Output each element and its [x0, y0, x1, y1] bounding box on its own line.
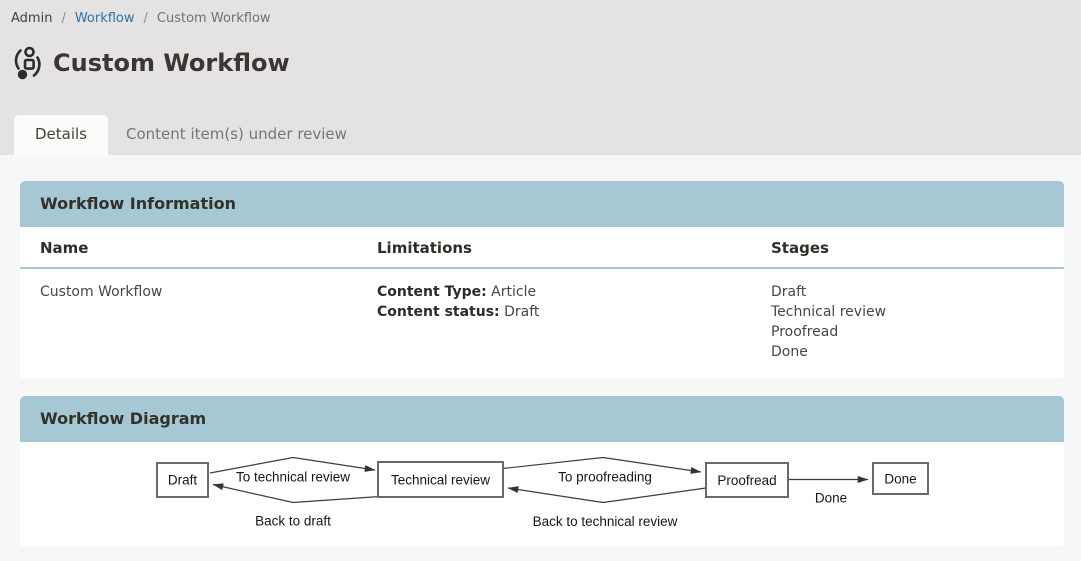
title-row: Custom Workflow	[10, 46, 1081, 80]
transition-label-to-proofreading: To proofreading	[558, 470, 652, 485]
transition-label-back-to-draft: Back to draft	[255, 514, 331, 529]
breadcrumb-item-workflow[interactable]: Workflow	[75, 11, 135, 26]
transition-label-done: Done	[815, 491, 847, 506]
workflow-diagram-canvas: Draft Technical review Proofread Done To…	[20, 442, 1064, 546]
limitation-value: Draft	[504, 304, 539, 320]
transition-label-to-technical-review: To technical review	[236, 470, 350, 485]
breadcrumb-separator: /	[144, 11, 148, 26]
breadcrumb-item-admin: Admin	[11, 11, 52, 26]
breadcrumb-separator: /	[61, 11, 65, 26]
workflow-icon	[10, 46, 41, 80]
workflow-diagram-header: Workflow Diagram	[20, 396, 1064, 442]
limitation-value: Article	[491, 284, 536, 300]
cell-limitations: Content Type: Article Content status: Dr…	[377, 282, 771, 362]
edge-back-to-draft	[213, 485, 380, 503]
page-header: Admin / Workflow / Custom Workflow Custo…	[0, 0, 1081, 155]
node-label-technical-review: Technical review	[391, 473, 490, 488]
workflow-information-table: Name Limitations Stages Custom Workflow …	[20, 227, 1064, 378]
stage-item: Technical review	[771, 302, 1044, 322]
limitation-content-type: Content Type: Article	[377, 282, 771, 302]
column-header-stages: Stages	[771, 239, 1044, 257]
stage-item: Done	[771, 342, 1044, 362]
column-header-name: Name	[40, 239, 377, 257]
tab-bar: Details Content item(s) under review	[0, 115, 365, 155]
limitation-label: Content status:	[377, 304, 500, 320]
node-label-draft: Draft	[168, 473, 198, 488]
table-row: Custom Workflow Content Type: Article Co…	[20, 269, 1064, 378]
node-label-done: Done	[884, 472, 916, 487]
workflow-information-panel: Workflow Information Name Limitations St…	[20, 181, 1064, 378]
cell-name: Custom Workflow	[40, 282, 377, 362]
workflow-diagram-panel: Workflow Diagram	[20, 396, 1064, 546]
workflow-information-header: Workflow Information	[20, 181, 1064, 227]
limitation-content-status: Content status: Draft	[377, 302, 771, 322]
stage-item: Proofread	[771, 322, 1044, 342]
table-header-row: Name Limitations Stages	[20, 227, 1064, 269]
edge-back-to-technical-review	[508, 488, 706, 503]
transition-label-back-to-technical-review: Back to technical review	[533, 514, 678, 529]
tab-details[interactable]: Details	[14, 115, 108, 155]
stage-item: Draft	[771, 282, 1044, 302]
main-content: Workflow Information Name Limitations St…	[0, 155, 1081, 546]
tab-content-items-under-review[interactable]: Content item(s) under review	[108, 115, 365, 155]
column-header-limitations: Limitations	[377, 239, 771, 257]
workflow-diagram-svg: Draft Technical review Proofread Done To…	[20, 442, 1064, 546]
breadcrumb: Admin / Workflow / Custom Workflow	[0, 0, 1081, 26]
node-label-proofread: Proofread	[717, 473, 776, 488]
breadcrumb-item-current: Custom Workflow	[157, 11, 271, 26]
limitation-label: Content Type:	[377, 284, 487, 300]
cell-stages: Draft Technical review Proofread Done	[771, 282, 1044, 362]
page-title: Custom Workflow	[53, 49, 290, 77]
